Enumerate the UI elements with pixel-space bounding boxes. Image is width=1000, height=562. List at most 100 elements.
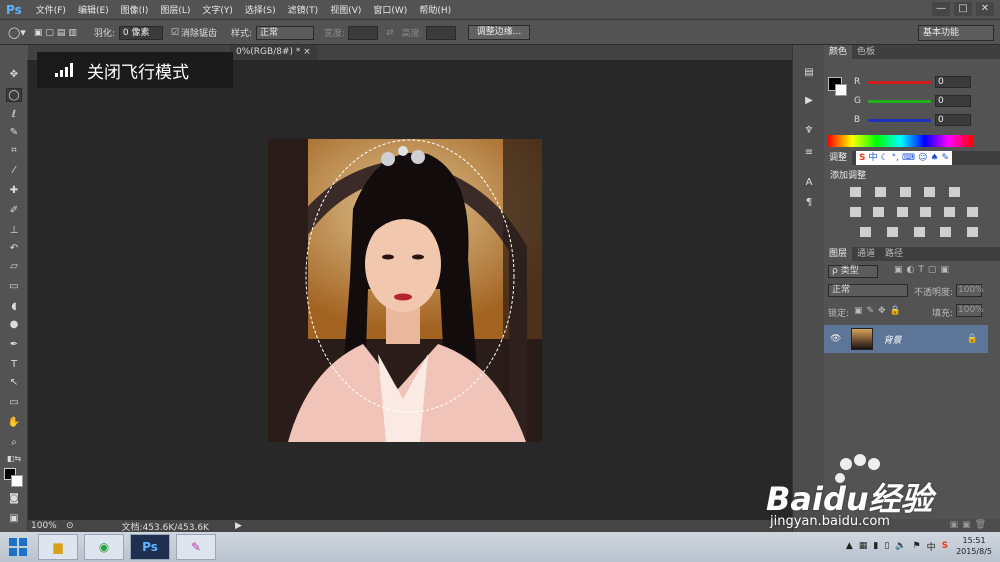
green-slider[interactable]	[868, 99, 931, 103]
crop-tool-icon[interactable]: ⌗	[6, 144, 22, 158]
path-select-tool-icon[interactable]: ↖	[6, 376, 22, 390]
tray-flag-icon[interactable]: ⚑	[912, 541, 920, 551]
layer-filter-icons[interactable]: ▣◐T▢▣	[894, 265, 953, 275]
paint-taskbar-icon[interactable]: ✎	[176, 534, 216, 560]
gradient-map-icon[interactable]	[940, 227, 952, 237]
minimize-button[interactable]: —	[932, 2, 950, 16]
tool-presets-icon[interactable]: ≡	[802, 147, 816, 159]
quick-mask-icon[interactable]: ◙	[6, 492, 22, 506]
style-select[interactable]: 正常	[256, 25, 315, 40]
tray-network-icon[interactable]: ▦	[859, 541, 868, 551]
tab-color[interactable]: 颜色	[824, 45, 853, 59]
photo-filter-icon[interactable]	[920, 207, 932, 217]
red-slider[interactable]	[868, 80, 931, 84]
menu-window[interactable]: 窗口(W)	[373, 3, 407, 16]
history-brush-tool-icon[interactable]: ↶	[6, 242, 22, 256]
close-button[interactable]: ✕	[976, 2, 994, 16]
lock-icons[interactable]: ▣✎✥🔒	[854, 306, 905, 316]
tab-paths[interactable]: 路径	[880, 247, 908, 261]
clone-stamp-tool-icon[interactable]: ⊥	[6, 224, 22, 238]
blue-value-input[interactable]: 0	[935, 114, 971, 126]
levels-icon[interactable]	[874, 187, 886, 197]
color-spectrum[interactable]	[828, 135, 973, 147]
status-menu-arrow-icon[interactable]: ▶	[235, 521, 242, 531]
rectangle-tool-icon[interactable]: ▭	[6, 396, 22, 410]
blue-slider[interactable]	[868, 118, 931, 122]
threshold-icon[interactable]	[913, 227, 925, 237]
height-input[interactable]	[425, 25, 456, 40]
close-tab-icon[interactable]: ×	[303, 47, 311, 57]
brush-panel-icon[interactable]: ♆	[802, 125, 816, 137]
refine-edge-button[interactable]: 调整边缘...	[467, 25, 531, 40]
menu-filter[interactable]: 滤镜(T)	[288, 3, 319, 16]
layer-filter-select[interactable]: ρ 类型	[828, 265, 878, 278]
tab-layers[interactable]: 图层	[824, 247, 853, 261]
layer-name[interactable]: 背景	[883, 333, 901, 346]
actions-panel-icon[interactable]: ▶	[802, 95, 816, 107]
blur-tool-icon[interactable]: ◖	[6, 300, 22, 314]
channel-mixer-icon[interactable]	[943, 207, 955, 217]
history-panel-icon[interactable]: ▤	[802, 67, 816, 79]
status-info-icon[interactable]: ⊙	[66, 521, 74, 531]
pen-tool-icon[interactable]: ✒	[6, 338, 22, 352]
ime-toolbar[interactable]: S 中 ☾ °, ⌨ ☺ ♠ ✎	[856, 151, 952, 165]
menu-file[interactable]: 文件(F)	[36, 3, 66, 16]
zoom-tool-icon[interactable]: ⌕	[6, 436, 22, 450]
document-image[interactable]	[268, 139, 542, 442]
tab-adjustments[interactable]: 调整	[824, 151, 853, 165]
eyedropper-tool-icon[interactable]: ⁄	[6, 164, 22, 178]
hue-saturation-icon[interactable]	[850, 207, 861, 217]
menu-select[interactable]: 选择(S)	[245, 3, 276, 16]
gradient-tool-icon[interactable]: ▭	[6, 280, 22, 294]
marquee-tool-icon[interactable]: ◯	[6, 88, 22, 102]
selective-color-icon[interactable]	[967, 227, 978, 237]
tray-sogou-icon[interactable]: S	[942, 541, 948, 551]
move-tool-icon[interactable]: ✥	[6, 68, 22, 82]
dodge-tool-icon[interactable]: ●	[6, 318, 22, 332]
airplane-mode-toast[interactable]: 关闭飞行模式	[37, 52, 233, 88]
exposure-icon[interactable]	[924, 187, 936, 197]
red-value-input[interactable]: 0	[935, 76, 971, 88]
brightness-icon[interactable]	[850, 187, 861, 197]
posterize-icon[interactable]	[886, 227, 898, 237]
color-balance-icon[interactable]	[873, 207, 885, 217]
browser-taskbar-icon[interactable]: ◉	[84, 534, 124, 560]
curves-icon[interactable]	[899, 187, 911, 197]
character-panel-icon[interactable]: A	[802, 177, 816, 189]
maximize-button[interactable]: □	[954, 2, 972, 16]
blend-mode-select[interactable]: 正常	[828, 284, 908, 297]
width-input[interactable]	[348, 25, 379, 40]
visibility-eye-icon[interactable]: 👁	[830, 334, 841, 344]
feather-input[interactable]: 0 像素	[118, 25, 163, 40]
quick-select-tool-icon[interactable]: ✎	[6, 126, 22, 140]
menu-image[interactable]: 图像(I)	[121, 3, 149, 16]
menu-type[interactable]: 文字(Y)	[202, 3, 233, 16]
eraser-tool-icon[interactable]: ▱	[6, 260, 22, 274]
tray-volume-icon[interactable]: 🔈	[895, 541, 906, 551]
ellipse-marquee-preset-icon[interactable]: ◯▾	[8, 26, 26, 39]
menu-layer[interactable]: 图层(L)	[160, 3, 190, 16]
windows-start-button[interactable]	[4, 533, 32, 561]
taskbar-clock[interactable]: 15:51 2015/8/5	[956, 535, 992, 557]
black-white-icon[interactable]	[896, 207, 908, 217]
screen-mode-icon[interactable]: ▣	[6, 512, 22, 526]
antialias-checkbox[interactable]: ☑	[171, 28, 179, 38]
tab-swatches[interactable]: 色板	[852, 45, 880, 59]
document-tab[interactable]: 0%(RGB/8#) * ×	[230, 45, 317, 60]
background-color-swatch[interactable]	[11, 475, 23, 487]
file-explorer-taskbar-icon[interactable]: ▆	[38, 534, 78, 560]
selection-mode-icons[interactable]: ▣▢▤▥	[34, 28, 80, 38]
menu-edit[interactable]: 编辑(E)	[78, 3, 109, 16]
color-lookup-icon[interactable]	[966, 207, 978, 217]
photoshop-taskbar-icon[interactable]: Ps	[130, 534, 170, 560]
menu-view[interactable]: 视图(V)	[330, 3, 361, 16]
tab-channels[interactable]: 通道	[852, 247, 880, 261]
invert-icon[interactable]	[860, 227, 871, 237]
type-tool-icon[interactable]: T	[6, 358, 22, 372]
workspace-select[interactable]: 基本功能	[918, 25, 994, 41]
layer-row-background[interactable]: 👁 背景 🔒	[824, 325, 988, 353]
opacity-input[interactable]: 100%	[956, 284, 984, 297]
tray-expand-icon[interactable]: ▲	[846, 541, 853, 551]
tray-ime-icon[interactable]: 中	[927, 540, 936, 553]
swap-icon[interactable]: ⇄	[386, 28, 394, 38]
